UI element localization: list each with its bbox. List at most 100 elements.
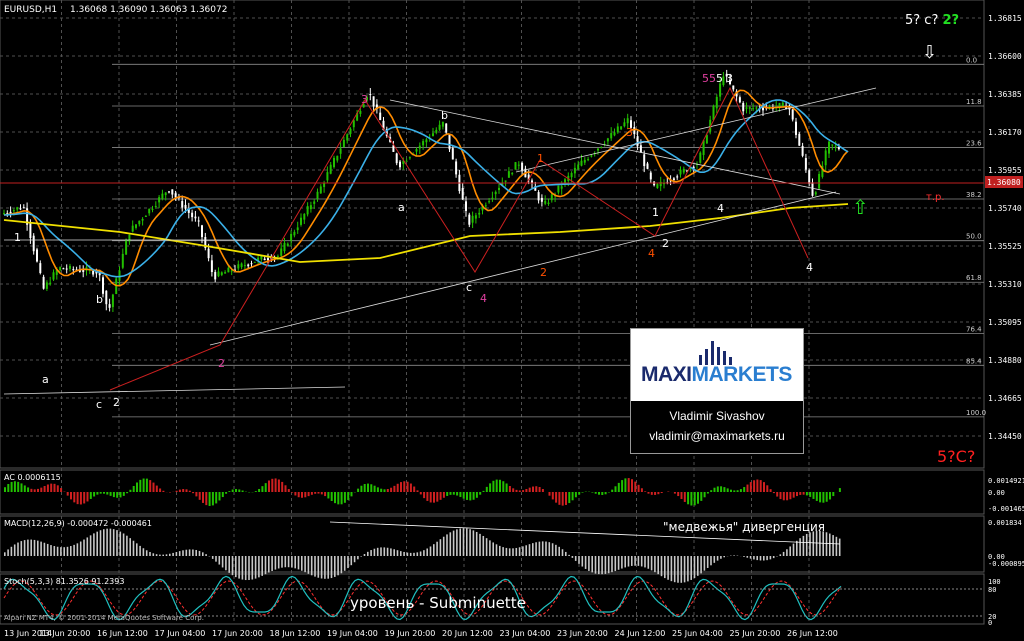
macd-bar (664, 556, 666, 579)
candle-body (316, 191, 319, 199)
macd-bar (716, 556, 719, 561)
candle-body (92, 270, 95, 275)
fib-level-label: 23.6 (966, 140, 982, 148)
ac-bar (188, 490, 191, 492)
ac-bar (578, 492, 581, 495)
ac-bar (551, 492, 554, 500)
ac-bar (763, 482, 765, 492)
macd-bar (370, 550, 372, 556)
ac-bar (30, 488, 33, 492)
candle-body (59, 267, 62, 271)
macd-bar (195, 549, 197, 556)
macd-label: MACD(12,26,9) -0.000472 -0.000461 (4, 519, 152, 528)
macd-bar (449, 532, 452, 556)
candle-body (105, 290, 108, 305)
candle-body (293, 231, 296, 236)
ac-bar (819, 492, 822, 503)
macd-bar (588, 556, 590, 571)
macd-bar (545, 541, 547, 556)
macd-bar (743, 556, 745, 557)
candle-body (672, 178, 675, 180)
ac-bar (528, 487, 531, 492)
ac-bar (393, 485, 396, 492)
macd-bar (584, 556, 587, 569)
candle-body (781, 102, 784, 107)
fib-level-label: 38.2 (966, 191, 982, 199)
macd-bar (485, 538, 488, 556)
macd-bar (508, 548, 511, 556)
candle-body (550, 194, 553, 201)
macd-bar (835, 536, 838, 556)
ac-bar (743, 487, 746, 492)
macd-bar (756, 556, 758, 561)
macd-bar (343, 556, 346, 571)
macd-bar (766, 556, 768, 561)
ac-bar (340, 492, 343, 505)
ac-bar (508, 486, 511, 492)
ac-bar (182, 489, 185, 492)
candle-body (824, 150, 827, 166)
ac-bar (155, 485, 158, 492)
candle-body (699, 152, 702, 163)
candle-body (49, 282, 52, 285)
candle-body (194, 216, 197, 219)
macd-bar (815, 530, 818, 556)
ac-bar (634, 481, 637, 492)
macd-bar (541, 541, 544, 556)
ac-bar (822, 492, 825, 503)
candle-body (804, 158, 807, 170)
candle-body (319, 186, 322, 194)
y-tick-label: 1.36815 (988, 14, 1022, 23)
stoch-label: Stoch(5,3,3) 81.3526 91.2393 (4, 577, 124, 586)
candle-body (296, 227, 299, 231)
ac-bar (360, 485, 363, 492)
indicator-tick-label: 0.001834 (988, 519, 1022, 527)
ac-bar (330, 492, 333, 501)
ac-bar (832, 492, 835, 497)
candle-body (323, 183, 326, 188)
ac-bar (631, 479, 633, 492)
macd-bar (188, 549, 191, 556)
ac-bar (700, 492, 703, 501)
x-tick-label: 19 Jun 20:00 (385, 629, 436, 638)
candle-body (465, 201, 467, 211)
macd-bar (20, 541, 23, 556)
candle-body (339, 148, 342, 154)
macd-bar (261, 556, 263, 576)
macd-bar (462, 528, 465, 556)
ac-bar (772, 492, 775, 494)
candle-body (448, 134, 451, 150)
ac-bar (27, 487, 30, 492)
candle-body (399, 161, 401, 168)
macd-bar (528, 544, 531, 556)
macd-bar (271, 556, 273, 572)
candle-body (818, 173, 821, 189)
candle-body (22, 207, 25, 209)
candle-body (438, 124, 441, 130)
candle-body (237, 264, 240, 269)
ac-bar (373, 485, 376, 492)
ac-bar (261, 486, 264, 492)
ac-bar (96, 492, 99, 495)
candle-body (352, 120, 355, 128)
candle-body (36, 249, 38, 262)
macd-bar (132, 540, 135, 556)
ac-bar (205, 492, 208, 506)
ac-bar (805, 492, 808, 496)
candle-body (441, 122, 444, 127)
ac-bar (802, 492, 805, 495)
ac-bar (601, 492, 604, 496)
candle-body (606, 138, 609, 142)
macd-bar (70, 546, 72, 556)
ac-bar (614, 486, 617, 492)
tp-label: т.р. (926, 192, 945, 203)
ac-bar (7, 484, 10, 492)
ac-bar (423, 492, 426, 499)
ac-bar (512, 488, 515, 492)
ac-bar (505, 483, 508, 492)
ac-bar (208, 492, 211, 506)
candle-body (141, 218, 144, 221)
ac-bar (195, 492, 198, 497)
ac-bar (116, 492, 119, 498)
candle-body (329, 164, 332, 174)
